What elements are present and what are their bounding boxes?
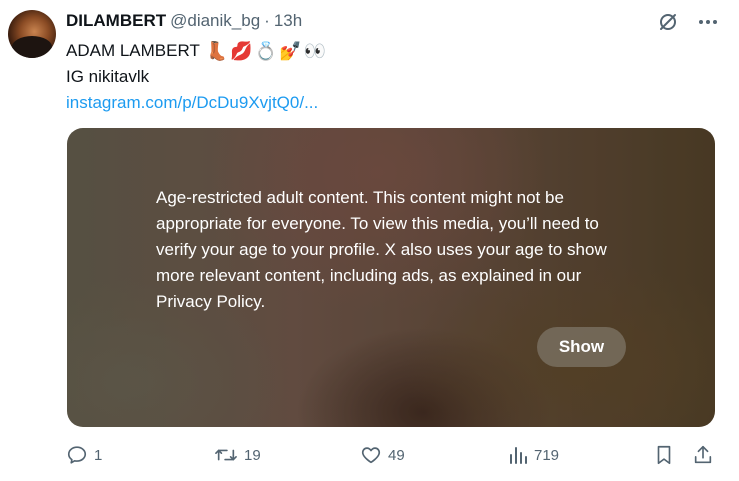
like-button[interactable]: 49 [360,440,405,470]
instagram-link[interactable]: instagram.com/p/DcDu9XvjtQ0/... [66,90,318,116]
previous-tweet-edge [0,0,739,4]
ring-emoji: 💍 [254,41,278,61]
reply-button[interactable]: 1 [66,440,102,470]
show-media-button[interactable]: Show [537,327,626,367]
like-count: 49 [388,446,405,464]
analytics-icon [510,447,527,464]
reply-icon [67,446,87,464]
repost-count: 19 [244,446,261,464]
age-restricted-media: Age-restricted adult content. This conte… [67,128,715,427]
share-icon [694,445,712,464]
boot-emoji: 👢 [205,41,229,61]
lips-emoji: 💋 [230,41,253,61]
grok-icon[interactable] [657,11,679,33]
user-handle[interactable]: @dianik_bg [170,11,260,31]
nail-polish-emoji: 💅 [279,41,302,61]
share-button[interactable] [692,440,714,470]
tweet-text-line-2: IG nikitavlk [66,67,150,86]
display-name[interactable]: DILAMBERT [66,11,166,31]
views-button[interactable]: 719 [508,440,559,470]
views-count: 719 [534,446,560,464]
tweet-timestamp[interactable]: 13h [274,11,302,31]
reply-count: 1 [94,446,103,464]
repost-button[interactable]: 19 [214,440,261,470]
eyes-emoji: 👀 [303,41,326,61]
more-options-icon[interactable] [697,11,719,33]
repost-icon [215,449,237,461]
emoji-row: 👢 💋 💍 💅 👀 [206,40,326,62]
avatar[interactable] [8,10,56,58]
heart-icon [361,447,381,464]
age-restriction-notice: Age-restricted adult content. This conte… [156,188,607,311]
bookmark-button[interactable] [654,440,674,470]
tweet-text: ADAM LAMBERT 👢 💋 💍 💅 👀 IG nikitavlk inst… [66,38,326,116]
tweet-actions: 1 19 49 719 [66,440,716,470]
header-actions [657,10,719,34]
tweet-header: DILAMBERT @dianik_bg · 13h [66,10,302,32]
tweet-text-line-1: ADAM LAMBERT [66,41,200,60]
separator-dot: · [264,11,270,30]
bookmark-icon [657,445,671,465]
